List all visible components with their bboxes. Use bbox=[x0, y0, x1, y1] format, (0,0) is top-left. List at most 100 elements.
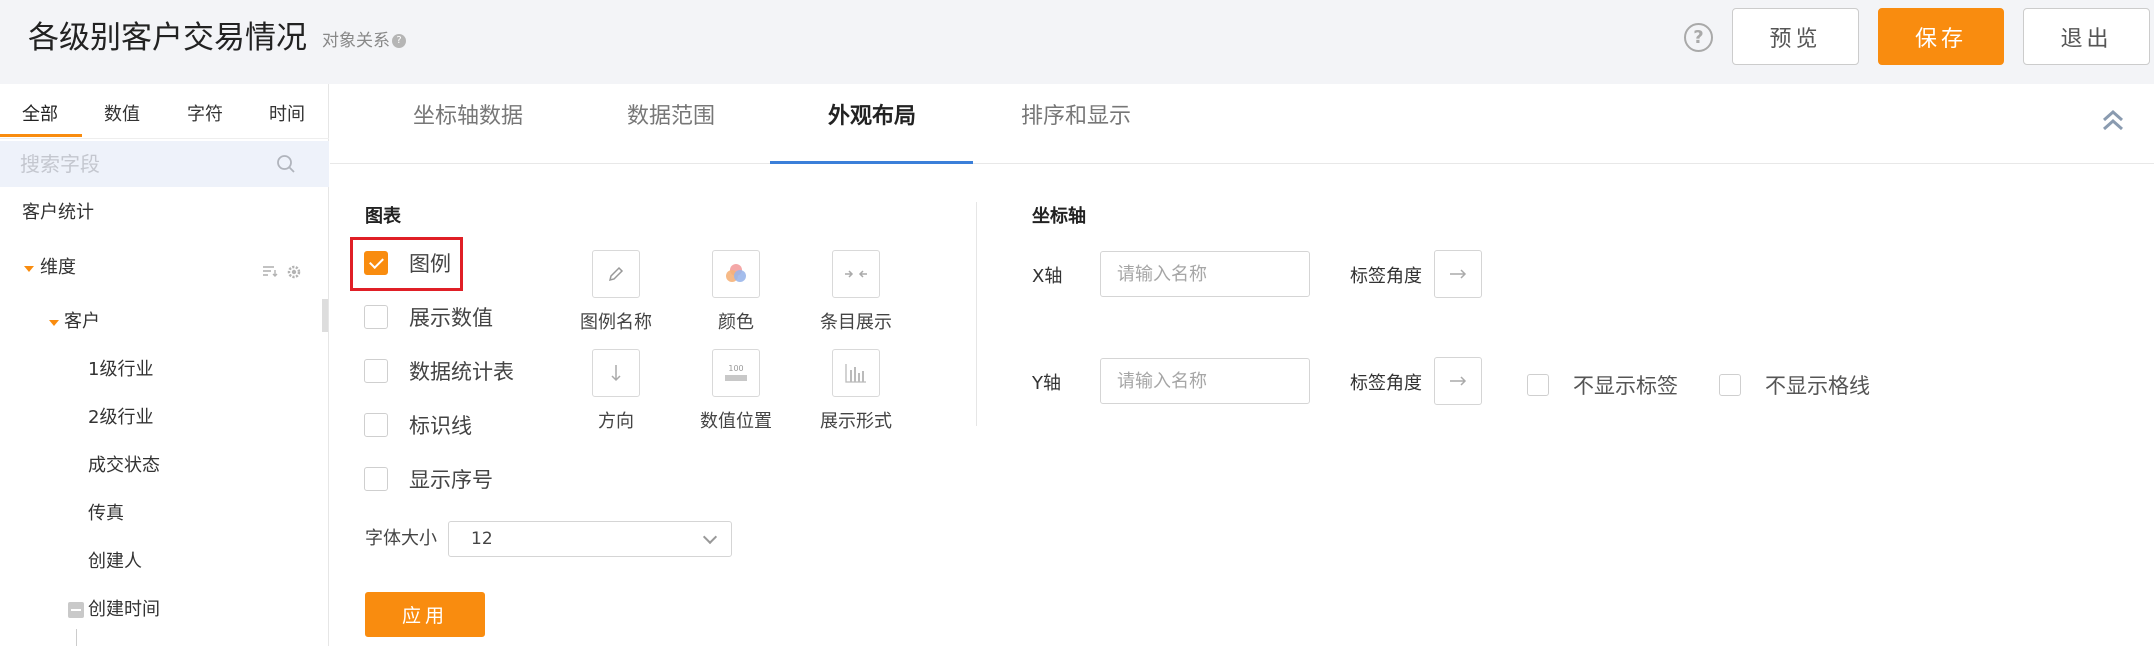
legend-option[interactable]: 图例 bbox=[364, 248, 451, 278]
x-axis-label: X轴 bbox=[1032, 266, 1063, 287]
item-display-tool[interactable]: 条目展示 bbox=[796, 250, 916, 334]
sidebar-tab-time[interactable]: 时间 bbox=[269, 100, 305, 126]
tree-dimension[interactable]: 维度 bbox=[40, 256, 76, 280]
display-form-label: 展示形式 bbox=[820, 411, 892, 432]
x-angle-label: 标签角度 bbox=[1350, 266, 1422, 287]
bar-chart-icon bbox=[832, 349, 880, 397]
field-search bbox=[0, 141, 329, 187]
data-table-label: 数据统计表 bbox=[409, 360, 514, 384]
color-tool[interactable]: 颜色 bbox=[676, 250, 796, 334]
tree-field-item[interactable]: 2级行业 bbox=[88, 406, 153, 430]
object-relation-link[interactable]: 对象关系 ? bbox=[322, 30, 406, 52]
show-index-label: 显示序号 bbox=[409, 468, 493, 492]
arrows-in-icon bbox=[832, 250, 880, 298]
tree-field-item[interactable]: 创建人 bbox=[88, 550, 142, 574]
data-table-checkbox[interactable] bbox=[364, 359, 388, 383]
sidebar-tab-string[interactable]: 字符 bbox=[187, 100, 223, 126]
sidebar-tabs: 全部 数值 字符 时间 bbox=[0, 84, 329, 139]
tree-field-item[interactable]: 传真 bbox=[88, 502, 124, 526]
caret-down-icon[interactable] bbox=[24, 266, 34, 272]
tree-field-item[interactable]: 1级行业 bbox=[88, 358, 153, 382]
caret-down-icon[interactable] bbox=[49, 320, 59, 326]
tab-axis-data[interactable]: 坐标轴数据 bbox=[413, 102, 523, 132]
sidebar-tab-numeric[interactable]: 数值 bbox=[104, 100, 140, 126]
double-chevron-up-icon[interactable] bbox=[2100, 107, 2126, 133]
hide-labels-option[interactable]: 不显示标签 bbox=[1527, 370, 1678, 400]
y-axis-name-input[interactable] bbox=[1100, 358, 1310, 404]
display-form-tool[interactable]: 展示形式 bbox=[796, 349, 916, 433]
pencil-icon bbox=[592, 250, 640, 298]
marker-line-checkbox[interactable] bbox=[364, 413, 388, 437]
header: 各级别客户交易情况 对象关系 ? ? 预览 保存 退出 bbox=[0, 0, 2154, 84]
show-index-checkbox[interactable] bbox=[364, 467, 388, 491]
scrollbar-thumb[interactable] bbox=[322, 299, 328, 332]
exit-button[interactable]: 退出 bbox=[2023, 8, 2150, 65]
tab-sort-display[interactable]: 排序和显示 bbox=[1021, 102, 1131, 132]
tree-field-item[interactable]: 成交状态 bbox=[88, 454, 160, 478]
hide-gridlines-option[interactable]: 不显示格线 bbox=[1719, 370, 1870, 400]
sort-icon[interactable] bbox=[262, 264, 278, 278]
data-table-option[interactable]: 数据统计表 bbox=[364, 356, 514, 386]
tree-root[interactable]: 客户统计 bbox=[22, 201, 94, 225]
y-axis-label: Y轴 bbox=[1032, 373, 1061, 394]
y-angle-label: 标签角度 bbox=[1350, 373, 1422, 394]
show-values-checkbox[interactable] bbox=[364, 305, 388, 329]
hide-labels-checkbox[interactable] bbox=[1527, 374, 1549, 396]
hide-gridlines-checkbox[interactable] bbox=[1719, 374, 1741, 396]
axis-section-title: 坐标轴 bbox=[1032, 206, 1086, 227]
apply-button[interactable]: 应用 bbox=[365, 592, 485, 637]
arrow-right-icon bbox=[1450, 376, 1467, 386]
font-size-value: 12 bbox=[471, 529, 493, 549]
x-angle-button[interactable] bbox=[1434, 250, 1482, 298]
active-tab-indicator bbox=[770, 161, 973, 164]
item-display-label: 条目展示 bbox=[820, 312, 892, 333]
settings-panel: 坐标轴数据 数据范围 外观布局 排序和显示 图表 图例 展示数值 数据统计表 标… bbox=[330, 84, 2154, 646]
search-icon[interactable] bbox=[276, 154, 296, 174]
legend-label: 图例 bbox=[409, 252, 451, 276]
hide-labels-label: 不显示标签 bbox=[1573, 374, 1678, 398]
marker-line-option[interactable]: 标识线 bbox=[364, 410, 472, 440]
sidebar-tab-all[interactable]: 全部 bbox=[22, 100, 58, 126]
gear-icon[interactable] bbox=[286, 264, 302, 280]
settings-tabs: 坐标轴数据 数据范围 外观布局 排序和显示 bbox=[330, 84, 2154, 164]
color-circles-icon bbox=[712, 250, 760, 298]
info-icon: ? bbox=[392, 34, 406, 48]
hide-gridlines-label: 不显示格线 bbox=[1765, 374, 1870, 398]
arrow-right-icon bbox=[1450, 269, 1467, 279]
chevron-down-icon bbox=[702, 529, 718, 545]
direction-label: 方向 bbox=[598, 411, 634, 432]
tree-created-time[interactable]: 创建时间 bbox=[88, 598, 160, 622]
tab-data-range[interactable]: 数据范围 bbox=[627, 102, 715, 132]
chart-section-title: 图表 bbox=[365, 206, 401, 227]
save-button[interactable]: 保存 bbox=[1878, 8, 2004, 65]
show-index-option[interactable]: 显示序号 bbox=[364, 464, 493, 494]
marker-line-label: 标识线 bbox=[409, 414, 472, 438]
y-angle-button[interactable] bbox=[1434, 357, 1482, 405]
legend-checkbox[interactable] bbox=[364, 251, 388, 275]
value-position-label: 数值位置 bbox=[700, 411, 772, 432]
section-divider bbox=[976, 202, 977, 426]
collapse-icon[interactable] bbox=[68, 602, 84, 618]
direction-tool[interactable]: 方向 bbox=[556, 349, 676, 433]
active-tab-indicator bbox=[0, 134, 82, 137]
value-position-tool[interactable]: 100 数值位置 bbox=[676, 349, 796, 433]
show-values-label: 展示数值 bbox=[409, 306, 493, 330]
object-relation-label: 对象关系 bbox=[322, 31, 390, 51]
dimension-tools bbox=[262, 264, 302, 280]
color-label: 颜色 bbox=[718, 312, 754, 333]
preview-button[interactable]: 预览 bbox=[1732, 8, 1859, 65]
svg-text:100: 100 bbox=[728, 364, 743, 373]
help-icon[interactable]: ? bbox=[1684, 23, 1713, 52]
font-size-select[interactable]: 12 bbox=[448, 521, 732, 557]
legend-name-label: 图例名称 bbox=[580, 312, 652, 333]
search-input[interactable] bbox=[20, 141, 260, 187]
tab-appearance-layout[interactable]: 外观布局 bbox=[828, 102, 916, 132]
arrow-down-icon bbox=[592, 349, 640, 397]
page-title: 各级别客户交易情况 bbox=[28, 20, 307, 56]
font-size-label: 字体大小 bbox=[365, 528, 437, 549]
legend-name-tool[interactable]: 图例名称 bbox=[556, 250, 676, 334]
show-values-option[interactable]: 展示数值 bbox=[364, 302, 493, 332]
field-sidebar: 全部 数值 字符 时间 客户统计 维度 客户 1级行业 2级行业 成交状态 传真… bbox=[0, 84, 329, 646]
x-axis-name-input[interactable] bbox=[1100, 251, 1310, 297]
tree-customer[interactable]: 客户 bbox=[64, 310, 100, 334]
